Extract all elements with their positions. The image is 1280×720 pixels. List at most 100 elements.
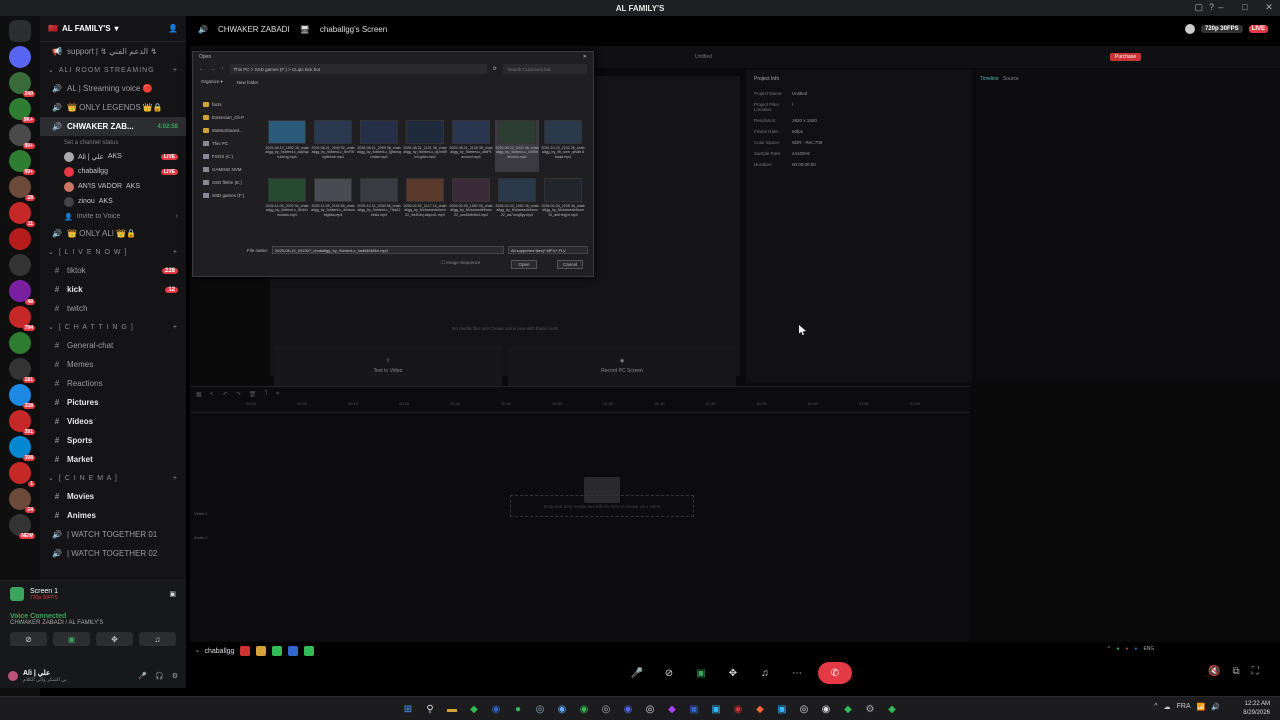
server-icon[interactable] [9,228,31,250]
disconnect-button[interactable]: ✆ [818,662,852,684]
tab-source[interactable]: Source [1003,76,1019,82]
channel-item[interactable]: 🔊 AL | Streaming voice 🔴 [40,79,186,98]
app-icon[interactable]: ◆ [664,701,680,717]
soundboard-icon[interactable]: ♫ [139,632,176,646]
server-icon[interactable]: 391 [9,410,35,435]
channel-category[interactable]: ⌄[ C H A T T I N G ] + [40,318,186,336]
file-item[interactable]: 2025-11-09_2144 55_chaballgg_by_9obtenLc… [311,178,355,230]
file-item[interactable]: 2025-08-21_2105 38_chaballgg_by_9obtenLc… [449,120,493,172]
volume-icon[interactable]: 🔊 [1211,703,1220,711]
chrome-icon[interactable]: ◎ [642,701,658,717]
server-icon[interactable]: 181 [9,358,35,383]
stream-channel[interactable]: CHWAKER ZABADI [218,25,290,34]
nav-item[interactable]: GAMING NVM [197,163,253,176]
file-item[interactable]: 2026-02-03_1852 05_chaballgg_by_Mohamede… [449,178,493,230]
discord-home-icon[interactable] [9,20,31,42]
invite-to-voice[interactable]: 👤 Invite to Voice › [40,209,186,224]
close-icon[interactable]: ✕ [1262,2,1276,13]
app-icon[interactable]: ◉ [554,701,570,717]
guild-header[interactable]: 🇲🇦 AL FAMILY'S ▾ 👤 [40,16,186,42]
server-icon[interactable]: 794 [9,306,35,331]
app-icon[interactable]: ◉ [730,701,746,717]
image-sequence-checkbox[interactable]: ☐ Image Sequence [441,260,480,266]
filename-input[interactable]: 2025-08-12_191307_chaballgg_by_9obtenLc_… [272,246,505,254]
server-icon[interactable] [9,332,31,354]
channel-status-hint[interactable]: Set a channel status [40,136,186,149]
channel-item[interactable]: # Pictures [40,393,186,412]
activities-icon[interactable]: ✥ [722,662,744,684]
add-channel-icon[interactable]: + [173,67,178,74]
nav-item[interactable]: SSD ffeltm (E:) [197,176,253,189]
channel-item[interactable]: # Reactions [40,374,186,393]
timeline-dropzone[interactable]: Drag and drop media and effects here to … [510,495,694,517]
nav-item[interactable]: FSOS (C:) [197,150,253,163]
channel-category[interactable]: ⌄[ L I V E N O W ] + [40,243,186,261]
app-icon[interactable]: ◎ [598,701,614,717]
channel-item[interactable]: # tiktok 228 [40,261,186,280]
file-explorer-icon[interactable]: ▬ [444,701,460,717]
crop-icon[interactable]: ⌗ [276,391,279,398]
file-item[interactable]: 2025-08-21_2059 38_chaballgg_by_9obtenLc… [357,120,401,172]
voice-member[interactable]: Ali | علي AKS LIVE [40,149,186,164]
server-icon[interactable]: 11 [9,202,35,227]
app-icon[interactable]: ◆ [884,701,900,717]
search-icon[interactable]: ⚲ [422,701,438,717]
filetype-select[interactable]: All supported files(*.MP4;*.FLV [508,246,589,254]
server-icon[interactable]: 1 [9,462,35,487]
channel-category[interactable]: ⌄[ C I N E M A ] + [40,469,186,487]
server-icon[interactable]: 99+ [9,124,35,149]
organize-button[interactable]: Organize ▾ [201,79,223,85]
server-icon[interactable]: 28 [9,176,35,201]
camera-off-icon[interactable]: ⊘ [10,632,47,646]
headphones-icon[interactable]: 🎧 [155,672,164,680]
add-member-icon[interactable]: 👤 [168,24,178,33]
text-icon[interactable]: T [264,391,268,397]
voice-member[interactable]: zinou AKS [40,194,186,209]
tab-timeline[interactable]: Timeline [980,76,999,82]
inbox-icon[interactable]: ▢ [1194,2,1203,13]
file-item[interactable]: 2025-08-13_1952 38_chaballgg_by_9obtenLc… [265,120,309,172]
channel-item[interactable]: # Movies [40,487,186,506]
windows-start-icon[interactable]: ⊞ [400,701,416,717]
file-item[interactable]: 2025-12-11_2030 58_chaballgg_by_9obtenLc… [357,178,401,230]
app-icon[interactable]: ▣ [774,701,790,717]
channel-item[interactable]: 🔊 👑 ONLY ALI 👑🔒 [40,224,186,243]
add-channel-icon[interactable]: + [173,324,178,331]
language-indicator[interactable]: FRA [1177,703,1191,711]
share-screen-icon[interactable]: ▣ [690,662,712,684]
server-icon[interactable]: 9K+ [9,98,35,123]
file-item[interactable]: 2026-02-03_1852 30_chaballgg_by_Mohamede… [495,178,539,230]
channel-item[interactable]: 🔊 CHWAKER ZAB... 4:02:58 [40,117,186,136]
channel-item[interactable]: # Market [40,450,186,469]
server-icon[interactable]: 338 [9,384,35,409]
maximize-icon[interactable]: □ [1238,2,1252,13]
new-folder-button[interactable]: New folder [237,80,259,85]
file-item[interactable]: 2025-11-09_2022 34_chaballgg_by_9obtenLc… [265,178,309,230]
file-item[interactable]: 2026-02-01_2117 14_chaballgg_by_Mohamede… [403,178,447,230]
channel-item[interactable]: # General-chat [40,336,186,355]
file-item[interactable]: 2025-10-23_2242 28_chaballgg_by_9b_uhm_q… [541,120,585,172]
app-icon[interactable]: ◆ [840,701,856,717]
undo-icon[interactable]: ↶ [223,391,228,398]
settings-icon[interactable]: ⚙ [862,701,878,717]
chevron-up-icon[interactable]: ^ [1154,703,1157,711]
popout-icon[interactable]: ▣ [169,590,176,598]
purchase-button[interactable]: Purchase [1110,53,1142,61]
server-icon[interactable]: 398 [9,436,35,461]
record-screen-button[interactable]: ◉ Record PC Screen [508,346,736,386]
channel-item[interactable]: 🔊 👑 ONLY LEGENDS 👑🔒 [40,98,186,117]
file-item[interactable]: 2026-02-04_2235 45_chaballgg_by_Mohamede… [541,178,585,230]
discord-icon[interactable]: ◉ [620,701,636,717]
add-channel-icon[interactable]: + [173,249,178,256]
back-icon[interactable]: ← [199,66,204,72]
app-icon[interactable]: ◎ [796,701,812,717]
voice-channel-path[interactable]: CHWAKER ZABADI / AL FAMILY'S [10,620,176,626]
channel-item[interactable]: 🔊 | WATCH TOGETHER 02 [40,544,186,563]
voice-member[interactable]: chaballgg LIVE [40,164,186,179]
channel-category[interactable]: ⌄ ALI ROOM STREAMING + [40,61,186,79]
server-icon[interactable] [9,46,31,68]
voice-member[interactable]: AN'IS VADOR AKS [40,179,186,194]
add-channel-icon[interactable]: + [173,475,178,482]
delete-icon[interactable]: 🗑 [249,391,257,398]
fullscreen-icon[interactable]: ⛶ [1252,666,1259,677]
